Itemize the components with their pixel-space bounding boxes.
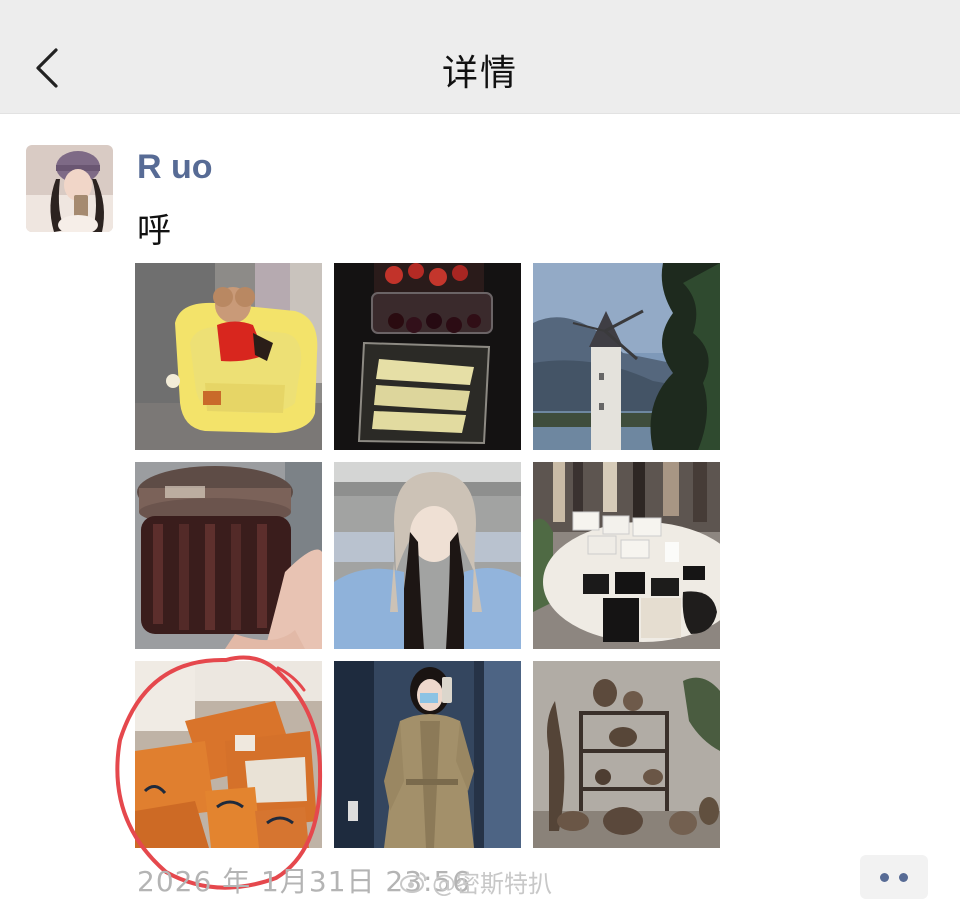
weibo-icon [400,871,427,893]
page-title: 详情 [441,53,518,94]
post-text: 呼 [137,211,171,251]
photo-2[interactable] [334,263,521,450]
photo-6[interactable] [533,462,720,649]
avatar[interactable] [26,145,113,232]
photo-1[interactable] [135,263,322,450]
nav-header: 详情 [0,0,960,114]
photo-9[interactable] [533,661,720,848]
dot-icon [899,872,908,882]
watermark-text: @密斯特扒 [432,870,552,898]
photo-grid [135,263,721,848]
photo-4[interactable] [135,462,322,649]
dot-icon [880,872,889,882]
photo-5[interactable] [334,462,521,649]
photo-7[interactable] [135,661,322,848]
username-link[interactable]: R uo [137,148,213,187]
watermark: @密斯特扒 [400,864,552,899]
more-button[interactable] [860,855,928,899]
photo-3[interactable] [533,263,720,450]
photo-8[interactable] [334,661,521,848]
